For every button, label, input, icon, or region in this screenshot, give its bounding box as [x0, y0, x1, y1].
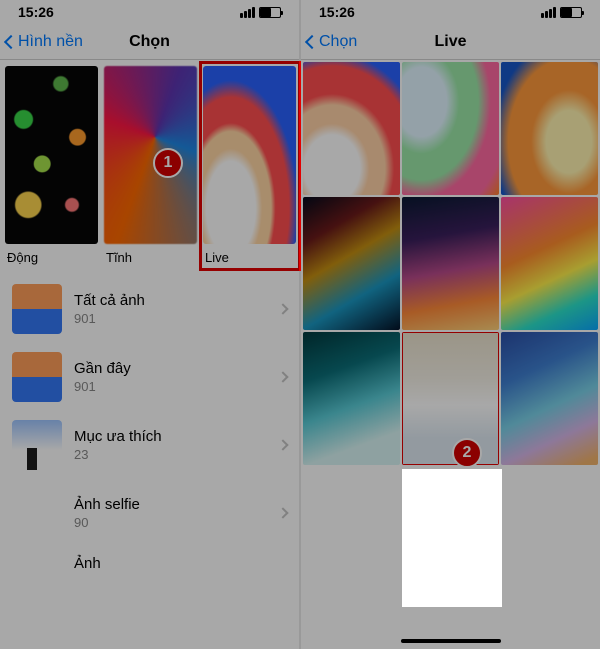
callout-1: 1: [153, 148, 183, 178]
wallpaper-thumbnail[interactable]: [501, 332, 598, 465]
back-button[interactable]: Hình nền: [0, 33, 83, 51]
category-label: Động: [5, 244, 98, 267]
callout-2: 2: [452, 438, 482, 468]
wallpaper-category-row: Động Tĩnh Live: [0, 60, 299, 275]
album-favorites[interactable]: Mục ưa thích 23: [0, 411, 299, 479]
chevron-left-icon: [4, 34, 18, 48]
wallpaper-thumbnail[interactable]: [402, 332, 499, 465]
status-bar: 15:26: [301, 0, 600, 24]
status-bar: 15:26: [0, 0, 299, 24]
album-recent[interactable]: Gần đây 901: [0, 343, 299, 411]
chevron-right-icon: [277, 507, 288, 518]
album-thumbnail: [12, 420, 62, 470]
category-live[interactable]: Live: [203, 66, 296, 267]
chevron-right-icon: [277, 439, 288, 450]
album-list[interactable]: Tất cả ảnh 901 Gần đây 901 Mục ưa thích …: [0, 275, 299, 580]
chevron-right-icon: [277, 303, 288, 314]
album-count: 901: [74, 311, 279, 326]
wallpaper-thumbnail[interactable]: [303, 332, 400, 465]
album-name: Gần đây: [74, 360, 279, 377]
battery-icon: [560, 7, 582, 18]
phone-screen-live: 15:26 Chọn Live 2: [300, 0, 600, 649]
back-label: Chọn: [319, 33, 357, 51]
album-selfies[interactable]: Ảnh selfie 90: [0, 479, 299, 547]
battery-icon: [259, 7, 281, 18]
nav-bar: Chọn Live: [301, 24, 600, 60]
home-indicator[interactable]: [401, 639, 501, 643]
category-thumbnail: [104, 66, 197, 244]
album-thumbnail: [12, 352, 62, 402]
album-name: Mục ưa thích: [74, 428, 279, 445]
live-wallpaper-grid[interactable]: [301, 60, 600, 465]
category-thumbnail: [5, 66, 98, 244]
album-photos[interactable]: Ảnh: [0, 547, 299, 580]
chevron-right-icon: [277, 371, 288, 382]
highlight-box: [402, 332, 499, 465]
category-label: Tĩnh: [104, 244, 197, 267]
album-thumbnail: [12, 284, 62, 334]
signal-icon: [240, 7, 255, 18]
album-count: 90: [74, 515, 279, 530]
album-name: Ảnh selfie: [74, 496, 279, 513]
category-still[interactable]: Tĩnh: [104, 66, 197, 267]
album-count: 901: [74, 379, 279, 394]
back-label: Hình nền: [18, 33, 83, 51]
category-dynamic[interactable]: Động: [5, 66, 98, 267]
chevron-left-icon: [305, 34, 319, 48]
nav-bar: Hình nền Chọn: [0, 24, 299, 60]
wallpaper-thumbnail[interactable]: [402, 197, 499, 330]
album-name: Tất cả ảnh: [74, 292, 279, 309]
album-count: 23: [74, 447, 279, 462]
signal-icon: [541, 7, 556, 18]
status-time: 15:26: [319, 4, 355, 20]
wallpaper-thumbnail[interactable]: [303, 197, 400, 330]
status-time: 15:26: [18, 4, 54, 20]
phone-screen-choose: 15:26 Hình nền Chọn Động Tĩnh: [0, 0, 300, 649]
highlight-box: [199, 61, 301, 271]
wallpaper-thumbnail[interactable]: [303, 62, 400, 195]
album-name: Ảnh: [74, 555, 287, 572]
wallpaper-thumbnail[interactable]: [501, 62, 598, 195]
wallpaper-thumbnail[interactable]: [402, 62, 499, 195]
wallpaper-thumbnail[interactable]: [501, 197, 598, 330]
album-all-photos[interactable]: Tất cả ảnh 901: [0, 275, 299, 343]
back-button[interactable]: Chọn: [301, 33, 357, 51]
